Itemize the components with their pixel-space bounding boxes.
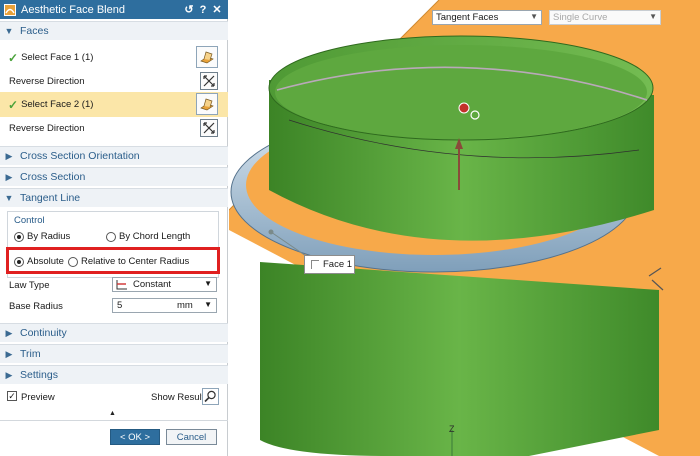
preview-checkbox[interactable]: ✓ [7,391,17,401]
base-radius-label: Base Radius [9,301,63,312]
relative-to-center-radius-label: Relative to Center Radius [81,256,190,267]
law-type-value: Constant [133,279,172,290]
reverse-arrows-icon [203,122,215,134]
checkmark-icon: ✓ [8,97,19,112]
law-type-select[interactable]: Constant ▼ [112,277,217,292]
section-faces-label: Faces [20,25,49,37]
law-type-label: Law Type [9,280,50,291]
chevron-right-icon: ▶ [5,348,13,359]
select-face-2-button[interactable] [196,93,218,115]
relative-to-center-radius-option[interactable]: Relative to Center Radius [68,256,189,267]
ok-button[interactable]: < OK > [110,429,160,445]
chevron-down-icon: ▼ [530,12,538,21]
show-result-label: Show Result [151,392,205,403]
checkmark-icon: ✓ [8,50,19,65]
section-cross-section-orientation-label: Cross Section Orientation [20,150,140,162]
radio-unselected-icon[interactable] [68,256,78,267]
section-settings-label: Settings [20,369,58,381]
face-tag-icon [311,260,319,269]
preview-row: ✓ Preview Show Result [0,388,228,406]
face-1-tag: Face 1 [304,255,355,274]
magnifier-icon [204,390,216,403]
section-trim-label: Trim [20,348,41,360]
chevron-down-icon: ▼ [4,26,14,36]
chevron-down-icon: ▼ [649,12,657,21]
select-face-1-label: Select Face 1 (1) [21,52,94,63]
by-radius-option[interactable]: By Radius [14,231,70,242]
reverse-arrows-icon [203,75,215,87]
section-continuity-label: Continuity [20,327,67,339]
chevron-down-icon: ▼ [204,300,212,309]
reverse-direction-1-label: Reverse Direction [9,75,85,87]
show-result-button[interactable] [202,388,219,405]
section-cross-section[interactable]: ▶ Cross Section [0,167,228,186]
lower-cylinder [260,262,659,456]
by-radius-label: By Radius [27,231,71,242]
help-icon[interactable]: ? [196,4,210,16]
section-tangent-line[interactable]: ▼ Tangent Line [0,188,228,207]
chevron-down-icon: ▼ [204,279,212,288]
model-scene [229,0,700,456]
chevron-right-icon: ▶ [5,171,13,182]
reset-icon[interactable]: ↺ [182,3,196,16]
radio-selected-icon[interactable] [14,231,24,242]
close-icon[interactable]: ✕ [210,3,224,16]
radio-unselected-icon[interactable] [106,231,116,242]
section-faces[interactable]: ▼ Faces [0,21,228,40]
dialog-title: Aesthetic Face Blend [21,3,125,16]
base-radius-unit: mm [177,300,193,311]
graphics-viewport[interactable]: Tangent Faces ▼ Single Curve ▼ Face 1 Z [229,0,700,456]
face-select-icon [200,98,214,111]
base-radius-value: 5 [117,300,123,311]
by-chord-length-option[interactable]: By Chord Length [106,231,190,242]
curve-rule-value: Single Curve [553,12,608,23]
face-filter-value: Tangent Faces [436,12,499,23]
chevron-down-icon: ▼ [4,193,14,203]
absolute-label: Absolute [27,256,64,267]
z-axis-label: Z [449,424,455,434]
chevron-right-icon: ▶ [5,327,13,338]
blend-app-icon [4,3,16,16]
constant-law-icon [116,280,127,290]
face-select-icon [200,51,214,64]
face-1-tag-label: Face 1 [323,259,353,270]
cancel-button[interactable]: Cancel [166,429,217,445]
chevron-right-icon: ▶ [5,369,13,380]
reverse-direction-1-row: Reverse Direction [0,71,228,91]
absolute-option[interactable]: Absolute [14,256,64,267]
section-cross-section-label: Cross Section [20,171,86,183]
section-continuity[interactable]: ▶ Continuity [0,323,228,342]
section-cross-section-orientation[interactable]: ▶ Cross Section Orientation [0,146,228,165]
by-chord-length-label: By Chord Length [119,231,191,242]
footer-divider [0,420,228,421]
chevron-right-icon: ▶ [5,150,13,161]
dialog-title-bar[interactable]: Aesthetic Face Blend ↺ ? ✕ [0,0,228,19]
select-face-1-row[interactable]: ✓ Select Face 1 (1) [0,45,228,70]
control-group-title: Control [14,215,45,226]
section-tangent-line-label: Tangent Line [20,192,81,204]
face-filter-select[interactable]: Tangent Faces ▼ [432,10,542,25]
section-settings[interactable]: ▶ Settings [0,365,228,384]
preview-label: Preview [21,392,55,403]
reverse-direction-2-label: Reverse Direction [9,122,85,134]
radio-selected-icon[interactable] [14,256,24,267]
section-trim[interactable]: ▶ Trim [0,344,228,363]
select-face-1-button[interactable] [196,46,218,68]
select-face-2-label: Select Face 2 (1) [21,99,94,110]
base-radius-input[interactable]: 5 mm ▼ [112,298,217,313]
reverse-direction-2-button[interactable] [200,119,218,137]
aesthetic-face-blend-dialog: Aesthetic Face Blend ↺ ? ✕ ▼ Faces ✓ Sel… [0,0,228,456]
curve-rule-select[interactable]: Single Curve ▼ [549,10,661,25]
reverse-direction-1-button[interactable] [200,72,218,90]
reverse-direction-2-row: Reverse Direction [0,118,228,138]
select-face-2-row[interactable]: ✓ Select Face 2 (1) [0,92,228,117]
collapse-triangle-icon[interactable]: ▲ [109,410,116,417]
